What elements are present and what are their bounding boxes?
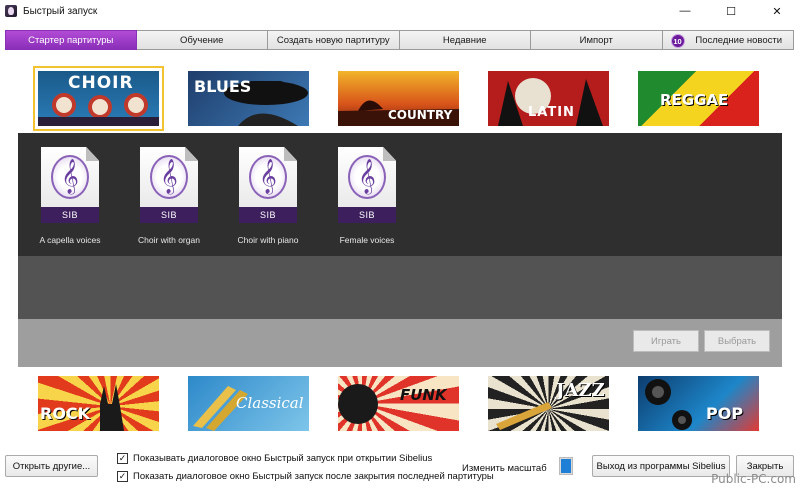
panel-action-bar: Играть Выбрать [18, 319, 782, 367]
score-list-panel: 𝄞 SIB A capella voices 𝄞 SIB Choir with … [18, 133, 782, 319]
score-file-item[interactable]: 𝄞 SIB Choir with organ [117, 147, 207, 257]
maximize-button[interactable]: ☐ [708, 0, 754, 22]
genre-latin-label: LATIN [528, 105, 575, 120]
tab-recent[interactable]: Недавние [399, 30, 531, 50]
tab-learning[interactable]: Обучение [136, 30, 268, 50]
file-name: A capella voices [39, 235, 101, 245]
sibelius-app-icon [5, 5, 17, 17]
show-after-close-row[interactable]: ✓ Показать диалоговое окно Быстрый запус… [117, 471, 494, 482]
genre-classical-label: Classical [236, 394, 304, 412]
show-on-open-checkbox[interactable]: ✓ [117, 453, 128, 464]
play-button[interactable]: Играть [633, 330, 699, 352]
genre-reggae-label: REGGAE [660, 91, 729, 109]
genre-blues-label: BLUES [194, 77, 252, 96]
show-on-open-row[interactable]: ✓ Показывать диалоговое окно Быстрый зап… [117, 453, 432, 464]
score-file-item[interactable]: 𝄞 SIB A capella voices [18, 147, 108, 257]
tab-create-new-score[interactable]: Создать новую партитуру [268, 30, 400, 50]
zoom-slider-thumb[interactable] [561, 459, 571, 473]
treble-clef-icon: 𝄞 [348, 155, 386, 199]
news-count-badge: 10 [670, 34, 685, 48]
window-controls: — ☐ ✕ [662, 0, 800, 22]
tab-latest-news-label: Последние новости [695, 34, 783, 46]
genre-classical[interactable]: Classical [188, 376, 309, 431]
tab-import[interactable]: Импорт [531, 30, 663, 50]
file-type-badge: SIB [41, 207, 99, 223]
score-file-item[interactable]: 𝄞 SIB Female voices [315, 147, 405, 257]
tab-bar: Стартер партитуры Обучение Создать новую… [5, 30, 800, 50]
tab-latest-news[interactable]: 10 Последние новости [662, 30, 794, 50]
genre-country-label: COUNTRY [388, 108, 453, 122]
genre-reggae[interactable]: REGGAE [638, 71, 759, 126]
genre-choir-label: CHOIR [68, 73, 134, 93]
open-other-button[interactable]: Открыть другие... [5, 455, 98, 477]
genre-jazz[interactable]: JAZZ [488, 376, 609, 431]
title-bar: Быстрый запуск — ☐ ✕ [0, 0, 800, 22]
genre-funk[interactable]: FUNK [338, 376, 459, 431]
genre-jazz-label: JAZZ [556, 380, 605, 401]
genre-blues[interactable]: BLUES [188, 71, 309, 126]
genre-choir[interactable]: CHOIR [33, 66, 164, 131]
file-name: Female voices [339, 235, 395, 245]
genre-funk-label: FUNK [400, 386, 447, 404]
exit-sibelius-button[interactable]: Выход из программы Sibelius [592, 455, 730, 477]
tab-score-starter[interactable]: Стартер партитуры [5, 30, 137, 50]
score-file-item[interactable]: 𝄞 SIB Choir with piano [216, 147, 306, 257]
watermark: Public-PC.com [711, 472, 796, 486]
genre-latin[interactable]: LATIN [488, 71, 609, 126]
file-type-badge: SIB [338, 207, 396, 223]
show-on-open-label: Показывать диалоговое окно Быстрый запус… [133, 453, 433, 464]
window-title: Быстрый запуск [23, 5, 98, 17]
treble-clef-icon: 𝄞 [249, 155, 287, 199]
genre-rock[interactable]: ROCK [38, 376, 159, 431]
close-window-button[interactable]: ✕ [754, 0, 800, 22]
show-after-close-checkbox[interactable]: ✓ [117, 471, 128, 482]
genre-rock-label: ROCK [40, 404, 91, 423]
file-type-badge: SIB [140, 207, 198, 223]
treble-clef-icon: 𝄞 [150, 155, 188, 199]
minimize-button[interactable]: — [662, 0, 708, 22]
file-name: Choir with organ [138, 235, 200, 245]
genre-pop[interactable]: POP [638, 376, 759, 431]
treble-clef-icon: 𝄞 [51, 155, 89, 199]
select-button[interactable]: Выбрать [704, 330, 770, 352]
genre-country[interactable]: COUNTRY [338, 71, 459, 126]
genre-pop-label: POP [706, 404, 744, 423]
file-type-badge: SIB [239, 207, 297, 223]
show-after-close-label: Показать диалоговое окно Быстрый запуск … [133, 471, 494, 482]
file-name: Choir with piano [237, 235, 299, 245]
zoom-label: Изменить масштаб [462, 463, 547, 474]
